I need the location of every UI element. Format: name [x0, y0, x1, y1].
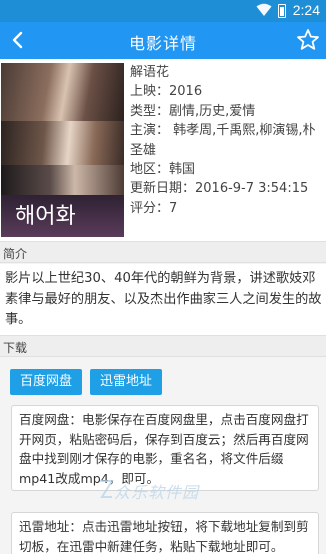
xunlei-address-button[interactable]: 迅雷地址 [90, 369, 162, 395]
watermark: 众乐软件园 [100, 479, 236, 502]
synopsis-header: 简介 [0, 241, 326, 263]
favorite-star-icon[interactable] [295, 27, 321, 53]
movie-details: 解语花 上映：2016 类型：剧情,历史,爱情 主演： 韩孝周,千禹熙,柳演锡,… [130, 63, 322, 218]
xunlei-instructions: 迅雷地址：点击迅雷地址按钮，将下载地址复制到剪切板，在迅雷中新建任务，粘贴下载地… [11, 512, 319, 554]
movie-updated: 更新日期：2016-9-7 3:54:15 [130, 181, 309, 197]
movie-genre: 类型：剧情,历史,爱情 [130, 103, 256, 119]
svg-text:해어화: 해어화 [15, 204, 76, 229]
baidu-pan-button[interactable]: 百度网盘 [10, 369, 82, 395]
page-title: 电影详情 [128, 34, 197, 53]
movie-region: 地区：韩国 [130, 162, 196, 178]
movie-name: 解语花 [130, 65, 170, 80]
clock: 2:24 [292, 2, 320, 18]
status-bar: 2:24 [0, 0, 326, 22]
wifi-icon [256, 3, 272, 16]
movie-rating: 评分：7 [130, 200, 178, 216]
poster-title-logo: 해어화 [15, 204, 76, 229]
movie-cast: 主演： 韩孝周,千禹熙,柳演锡,朴圣雄 [130, 123, 316, 158]
battery-icon [278, 4, 286, 18]
app-bar: 电影详情 [0, 22, 326, 59]
download-header: 下载 [0, 335, 326, 357]
movie-info: 해어화 解语花 上映：2016 类型：剧情,历史,爱情 主演： 韩孝周,千禹熙,… [0, 59, 326, 241]
synopsis-text: 影片以上世纪30、40年代的朝鲜为背景，讲述歌妓邓素律与最好的朋友、以及杰出作曲… [0, 264, 326, 335]
movie-release: 上映：2016 [130, 84, 203, 100]
watermark-logo-icon [100, 480, 114, 498]
movie-poster: 해어화 [1, 63, 124, 237]
download-area: 百度网盘 迅雷地址 百度网盘：电影保存在百度网盘里，点击百度网盘打开网页，粘贴密… [0, 357, 326, 554]
